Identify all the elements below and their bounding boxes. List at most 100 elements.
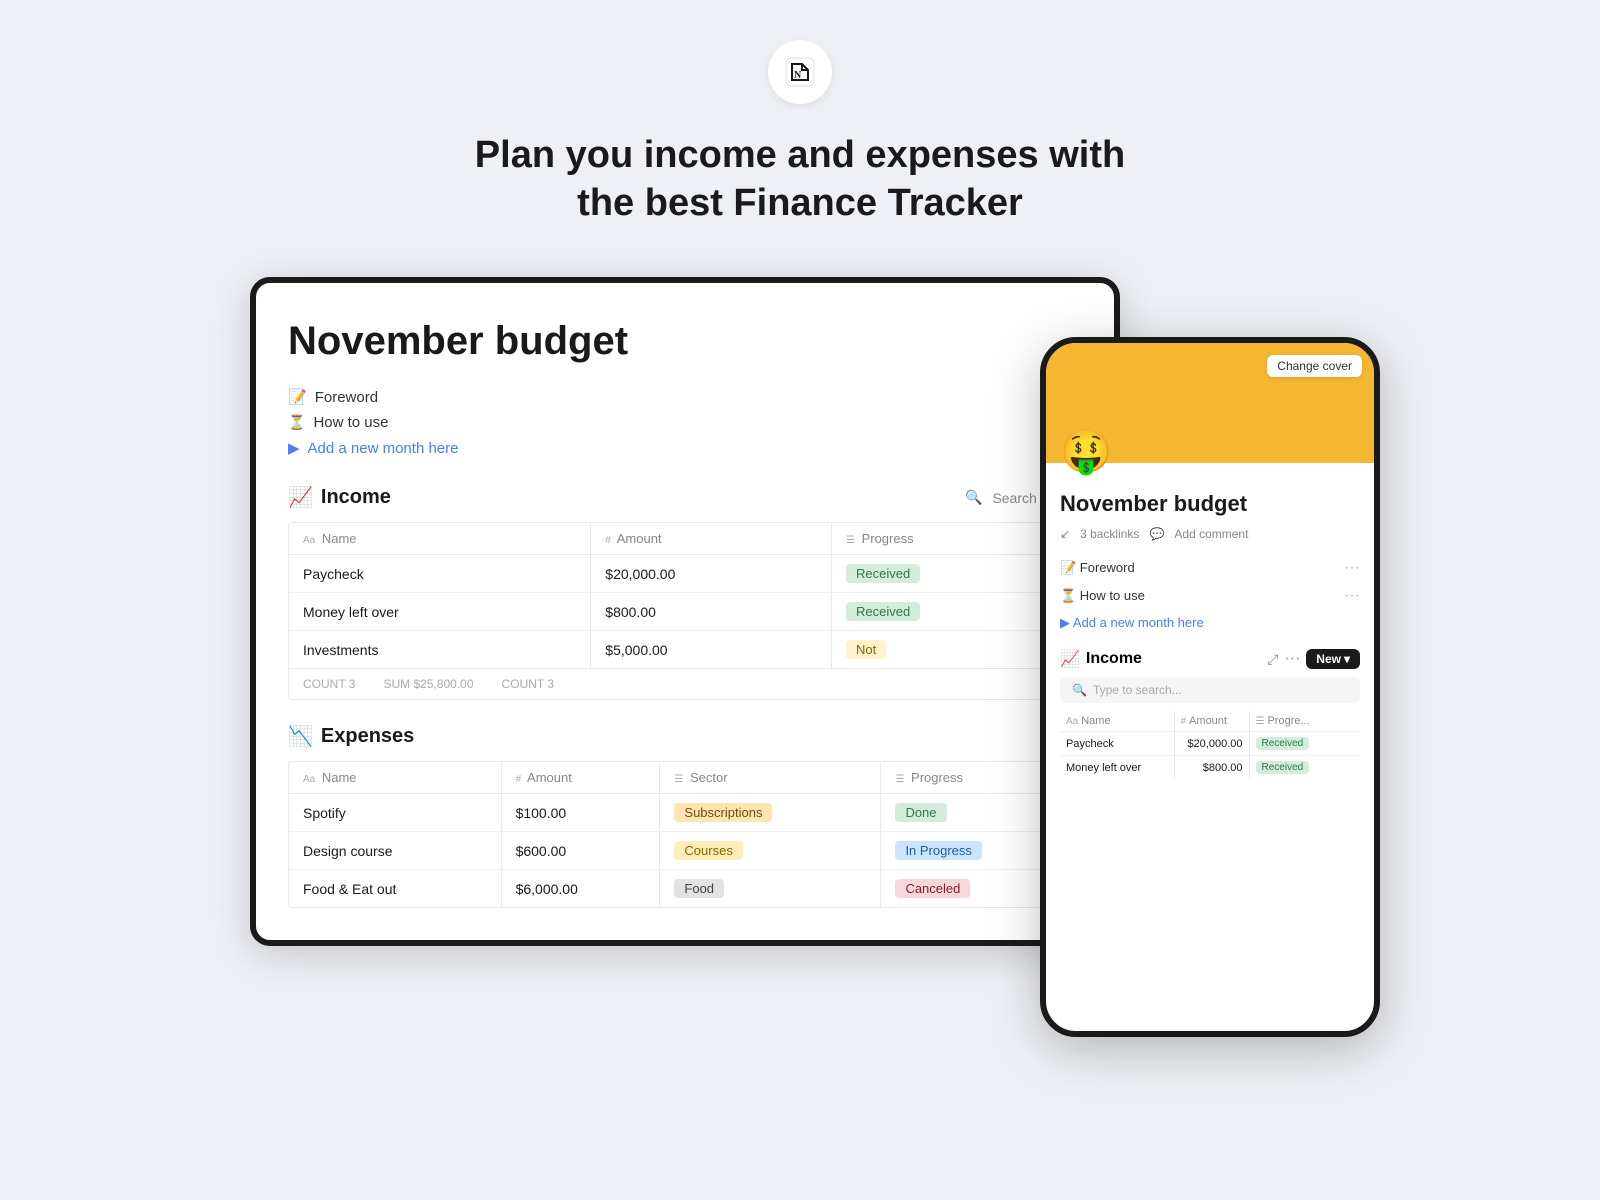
mobile-mockup: Change cover 🤑 November budget ↙ 3 backl… (1040, 337, 1380, 1037)
expenses-title: 📉 Expenses (288, 724, 414, 749)
add-month-item[interactable]: ▶ Add a new month here (288, 439, 1082, 457)
expenses-section-header: 📉 Expenses (288, 724, 1082, 749)
mobile-income-title: 📈 Income (1060, 649, 1142, 669)
income-sum: SUM $25,800.00 (383, 677, 473, 691)
mobile-more-icon[interactable]: ··· (1284, 650, 1300, 668)
mobile-add-month-item[interactable]: ▶ Add a new month here (1060, 613, 1360, 633)
exp-row2-amount: $600.00 (501, 832, 660, 870)
mobile-how-to-use-item[interactable]: ⏳ How to use ··· (1060, 585, 1360, 607)
mobile-row1-name[interactable]: Paycheck (1060, 732, 1174, 756)
mobile-row2-amount: $800.00 (1174, 756, 1249, 780)
backlink-icon: ↙ (1060, 527, 1070, 541)
notion-logo: N (768, 40, 832, 104)
mobile-expand-icon[interactable]: ⤢ (1267, 651, 1278, 668)
income-count: COUNT 3 (303, 677, 355, 691)
table-row: Investments $5,000.00 Not (289, 631, 1081, 669)
exp-col-amount: # Amount (501, 762, 660, 794)
exp-row1-amount: $100.00 (501, 794, 660, 832)
income-title: 📈 Income (288, 485, 391, 510)
income-table: Aa Name # Amount ☰ Progress Paycheck $20… (289, 523, 1081, 668)
income-row3-amount: $5,000.00 (591, 631, 832, 669)
table-row: Money left over $800.00 Received (289, 593, 1081, 631)
mobile-row2-name[interactable]: Money left over (1060, 756, 1174, 780)
exp-row3-sector: Food (660, 870, 881, 908)
mobile-foreword-item[interactable]: 📝 Foreword ··· (1060, 557, 1360, 579)
income-table-container: Aa Name # Amount ☰ Progress Paycheck $20… (288, 522, 1082, 700)
income-row2-amount: $800.00 (591, 593, 832, 631)
exp-col-name: Aa Name (289, 762, 501, 794)
devices-container: November budget 📝 Foreword ⏳ How to use … (250, 277, 1350, 946)
income-icon: 📈 (288, 485, 313, 510)
mobile-table-row: Paycheck $20,000.00 Received (1060, 732, 1360, 756)
table-row: Design course $600.00 Courses In Progres… (289, 832, 1081, 870)
how-to-use-icon: ⏳ (288, 414, 305, 431)
page-title: November budget (288, 319, 1082, 364)
mobile-page-items: 📝 Foreword ··· ⏳ How to use ··· ▶ Add a … (1060, 557, 1360, 633)
mobile-new-button[interactable]: New ▾ (1306, 649, 1360, 669)
exp-row2-sector: Courses (660, 832, 881, 870)
expenses-icon: 📉 (288, 724, 313, 749)
mobile-row2-progress: Received (1249, 756, 1360, 780)
svg-text:N: N (794, 70, 802, 81)
table-row: Spotify $100.00 Subscriptions Done (289, 794, 1081, 832)
mobile-income-section-header: 📈 Income ⤢ ··· New ▾ (1060, 649, 1360, 669)
exp-col-sector: ☰ Sector (660, 762, 881, 794)
foreword-icon: 📝 (288, 388, 307, 406)
exp-row3-amount: $6,000.00 (501, 870, 660, 908)
add-month-label: Add a new month here (308, 440, 459, 457)
comment-icon: 💬 (1149, 527, 1164, 541)
income-row1-name[interactable]: Paycheck (289, 555, 591, 593)
expenses-table: Aa Name # Amount ☰ Sector ☰ Progress Spo… (289, 762, 1081, 907)
mobile-income-icon: 📈 (1060, 649, 1080, 669)
search-label[interactable]: Search (992, 490, 1036, 506)
income-row1-amount: $20,000.00 (591, 555, 832, 593)
mobile-col-name: AaName (1060, 711, 1174, 732)
mobile-col-progress: ☰Progre... (1249, 711, 1360, 732)
page-items-list: 📝 Foreword ⏳ How to use ▶ Add a new mont… (288, 388, 1082, 457)
exp-row1-name[interactable]: Spotify (289, 794, 501, 832)
hero-title: Plan you income and expenses with the be… (475, 132, 1125, 227)
exp-row2-name[interactable]: Design course (289, 832, 501, 870)
income-col-name: Aa Name (289, 523, 591, 555)
mobile-emoji: 🤑 (1060, 431, 1112, 473)
mobile-col-amount: #Amount (1174, 711, 1249, 732)
mobile-dropdown-icon: ▾ (1344, 652, 1350, 666)
foreword-item[interactable]: 📝 Foreword (288, 388, 1082, 406)
expenses-table-container: Aa Name # Amount ☰ Sector ☰ Progress Spo… (288, 761, 1082, 908)
income-row3-name[interactable]: Investments (289, 631, 591, 669)
income-col-amount: # Amount (591, 523, 832, 555)
income-row2-name[interactable]: Money left over (289, 593, 591, 631)
mobile-row1-amount: $20,000.00 (1174, 732, 1249, 756)
mobile-table-row: Money left over $800.00 Received (1060, 756, 1360, 780)
table-row: Paycheck $20,000.00 Received (289, 555, 1081, 593)
foreword-dots[interactable]: ··· (1344, 559, 1360, 577)
backlinks-text[interactable]: 3 backlinks (1080, 527, 1139, 541)
mobile-search-bar[interactable]: 🔍 Type to search... (1060, 677, 1360, 703)
mobile-search-icon: 🔍 (1072, 683, 1087, 697)
income-section-header: 📈 Income 🔍 Search ⤢ ··· (288, 485, 1082, 510)
mobile-row1-progress: Received (1249, 732, 1360, 756)
change-cover-button[interactable]: Change cover (1267, 355, 1362, 377)
mobile-search-placeholder: Type to search... (1093, 683, 1182, 697)
foreword-label: Foreword (315, 389, 378, 406)
mobile-income-actions: ⤢ ··· New ▾ (1267, 649, 1360, 669)
mobile-how-to-use-icon: ⏳ How to use (1060, 588, 1145, 604)
how-to-use-label: How to use (313, 414, 388, 431)
income-count2: COUNT 3 (502, 677, 554, 691)
add-comment-text[interactable]: Add comment (1174, 527, 1248, 541)
add-month-arrow: ▶ (288, 439, 300, 457)
income-table-footer: COUNT 3 SUM $25,800.00 COUNT 3 (289, 668, 1081, 699)
mobile-add-month-icon: ▶ Add a new month here (1060, 615, 1204, 631)
mobile-income-table: AaName #Amount ☰Progre... Paycheck $20,0… (1060, 711, 1360, 779)
table-row: Food & Eat out $6,000.00 Food Canceled (289, 870, 1081, 908)
exp-row3-name[interactable]: Food & Eat out (289, 870, 501, 908)
mobile-backlinks: ↙ 3 backlinks 💬 Add comment (1060, 527, 1360, 541)
search-icon: 🔍 (965, 489, 982, 506)
exp-row1-sector: Subscriptions (660, 794, 881, 832)
mobile-cover: Change cover 🤑 (1046, 343, 1374, 463)
tablet-mockup: November budget 📝 Foreword ⏳ How to use … (250, 277, 1120, 946)
mobile-content: November budget ↙ 3 backlinks 💬 Add comm… (1046, 463, 1374, 795)
how-to-use-dots[interactable]: ··· (1344, 587, 1360, 605)
how-to-use-item[interactable]: ⏳ How to use (288, 414, 1082, 431)
mobile-page-title: November budget (1060, 491, 1360, 517)
